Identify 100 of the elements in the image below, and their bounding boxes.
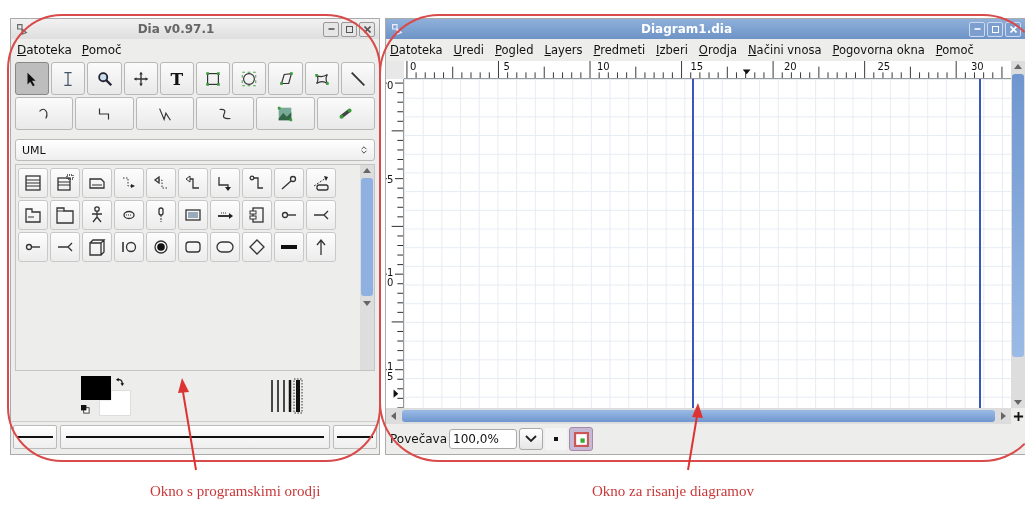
shape-button[interactable] (274, 232, 304, 262)
close-icon (1009, 25, 1017, 33)
minimize-icon (973, 28, 981, 30)
cube-icon (87, 237, 107, 257)
component-icon (247, 205, 267, 225)
scrollbar[interactable] (1011, 61, 1025, 408)
package-icon (23, 205, 43, 225)
object-snap-button[interactable] (569, 427, 594, 451)
scroll-down-icon[interactable] (1014, 400, 1022, 405)
line-icon (348, 69, 367, 88)
scroll-thumb[interactable] (402, 410, 995, 422)
scroll-up-icon[interactable] (1014, 64, 1022, 69)
ruler-label: 5 (387, 174, 395, 185)
diamond-icon (247, 237, 267, 257)
shape-button[interactable] (18, 232, 48, 262)
tool-button[interactable] (256, 97, 315, 130)
ruler-label: 1 5 (387, 361, 395, 382)
folder-icon (55, 205, 75, 225)
default-colors-icon[interactable] (81, 405, 90, 414)
navigation-icon[interactable] (1012, 410, 1024, 422)
scroll-right-icon[interactable] (1001, 412, 1006, 420)
line-start-button[interactable] (13, 425, 57, 449)
shape-button[interactable] (210, 168, 240, 198)
scroll-left-icon[interactable] (391, 412, 396, 420)
target-icon (151, 237, 171, 257)
ruler-label: 0 (409, 61, 418, 72)
scroll-thumb[interactable] (1012, 74, 1024, 357)
foreground-color-swatch[interactable] (81, 376, 111, 400)
sheet-selector[interactable]: UML (15, 139, 375, 161)
shape-button[interactable] (114, 232, 144, 262)
shape-button[interactable] (242, 168, 272, 198)
snap-to-grid-button[interactable] (545, 428, 568, 450)
ruler-label: 20 (783, 61, 798, 72)
table-icon (55, 173, 75, 193)
menu-item[interactable]: Izberi (656, 43, 688, 57)
tool-button[interactable] (87, 62, 122, 95)
app-icon (390, 22, 404, 36)
window-title: Dia v0.97.1 (136, 22, 216, 36)
magnifier-icon (95, 69, 114, 88)
shape-button[interactable] (274, 168, 304, 198)
square-icon (573, 431, 589, 447)
scroll-down-icon[interactable] (363, 301, 371, 306)
scrollbar[interactable] (386, 408, 1011, 424)
scroll-up-icon[interactable] (363, 168, 371, 173)
menu-item[interactable]: Layers (544, 43, 583, 57)
ruler-label: 1 0 (387, 268, 395, 288)
shape-button[interactable] (114, 200, 144, 230)
zoom-dropdown-button[interactable] (519, 428, 544, 450)
menu-item[interactable]: Uredi (453, 43, 484, 57)
app-icon (15, 22, 29, 36)
shape-button[interactable] (306, 168, 336, 198)
close-icon (363, 25, 371, 33)
menu-item[interactable]: Načini vnosa (748, 43, 822, 57)
window-title: Diagram1.dia (640, 22, 733, 36)
shape-button[interactable] (18, 200, 48, 230)
menu-item[interactable]: Pomoč (81, 43, 122, 57)
spinner-arrows-icon (360, 145, 368, 155)
table-icon (23, 173, 43, 193)
minimize-icon (327, 28, 335, 30)
maximize-button[interactable] (341, 21, 357, 37)
menu-item[interactable]: Pogled (495, 43, 534, 57)
box-icon (204, 69, 223, 88)
shape-button[interactable] (274, 200, 304, 230)
menu-item[interactable]: Pogovorna okna (832, 43, 925, 57)
shape-button[interactable] (82, 232, 112, 262)
ruler-label: 10 (596, 61, 611, 72)
swap-icon[interactable] (115, 376, 126, 387)
menu-item[interactable]: Pomoč (935, 43, 974, 57)
annotation-arrow (687, 403, 703, 471)
dashed-arrow-icon (311, 173, 331, 193)
tool-button[interactable] (15, 62, 50, 95)
shape-button[interactable] (210, 200, 240, 230)
shape-button[interactable] (50, 200, 80, 230)
line-style-button[interactable] (60, 425, 330, 449)
shape-button[interactable] (82, 200, 112, 230)
ruler-label: 25 (876, 61, 892, 72)
line-end-button[interactable] (333, 425, 377, 449)
menu-item[interactable]: Datoteka (17, 43, 72, 57)
close-button[interactable] (359, 21, 375, 37)
shape-button[interactable] (242, 232, 272, 262)
line-sample-icon (66, 436, 324, 438)
maximize-icon (345, 25, 353, 33)
annotation-caption: Okno za risanje diagramov (592, 483, 755, 500)
shape-button[interactable] (178, 168, 208, 198)
ruler-label: 5 (502, 61, 511, 72)
shape-button[interactable] (210, 232, 240, 262)
scrollbar[interactable] (360, 165, 374, 370)
tool-button[interactable] (196, 62, 231, 95)
ellipse-icon (240, 69, 259, 88)
menu-item[interactable]: Datoteka (390, 43, 443, 57)
shape-button[interactable] (178, 232, 208, 262)
shape-button[interactable] (146, 232, 176, 262)
menu-item[interactable]: Orodja (698, 43, 737, 57)
zoom-field[interactable]: 100,0% (449, 429, 518, 449)
shape-button[interactable] (82, 168, 112, 198)
scroll-thumb[interactable] (361, 178, 373, 296)
menu-item[interactable]: Predmeti (593, 43, 646, 57)
minimize-button[interactable] (323, 21, 339, 37)
ruler-label: 15 (689, 61, 705, 72)
text-tool-button[interactable]: T (159, 62, 194, 95)
